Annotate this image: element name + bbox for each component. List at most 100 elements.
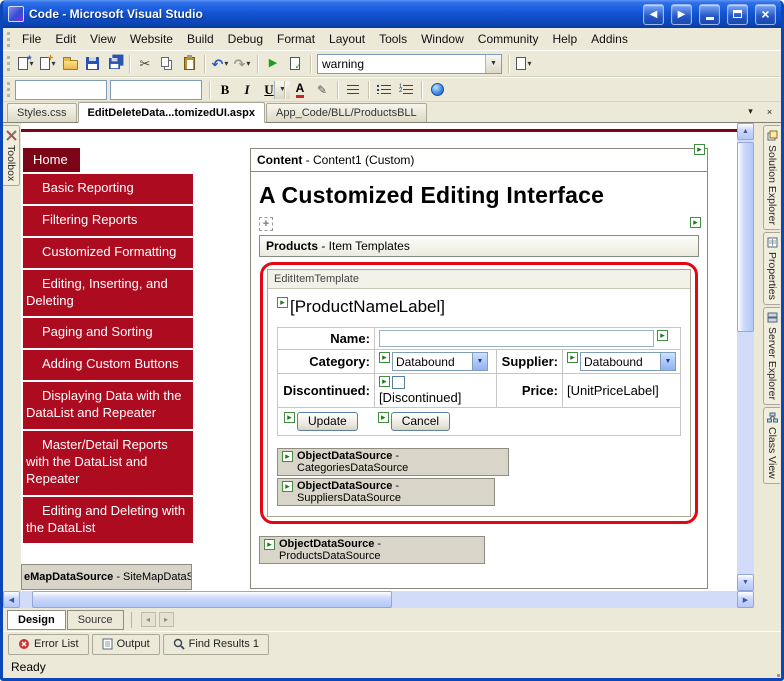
product-name-label-control[interactable]: ▸ [ProductNameLabel]	[277, 297, 681, 317]
menu-community[interactable]: Community	[471, 29, 546, 49]
design-view-tab[interactable]: Design	[7, 610, 66, 630]
toolbar-grip[interactable]	[7, 56, 11, 71]
redo-button[interactable]: ↷▾	[231, 53, 253, 75]
toolbar-grip[interactable]	[7, 82, 11, 97]
label-smart-tag-icon[interactable]: ▸	[277, 297, 288, 308]
combo-arrow-icon[interactable]: ▼	[485, 55, 501, 73]
menu-debug[interactable]: Debug	[221, 29, 270, 49]
paste-button[interactable]	[178, 53, 200, 75]
block-format-combobox[interactable]: ▼	[15, 80, 107, 100]
tab-editdeletedatalist-aspx[interactable]: EditDeleteData...tomizedUI.aspx	[78, 102, 266, 123]
class-view-tab[interactable]: Class View	[763, 407, 780, 484]
button-smart-tag-icon[interactable]: ▸	[284, 412, 295, 423]
error-list-tab[interactable]: Error List	[8, 634, 89, 655]
dropdown-smart-tag-icon[interactable]: ▸	[567, 352, 578, 363]
bold-button[interactable]: B	[214, 79, 236, 101]
content-smart-tag-icon[interactable]: ▸	[694, 144, 705, 155]
menu-tools[interactable]: Tools	[372, 29, 414, 49]
undo-button[interactable]: ↶▾	[209, 53, 231, 75]
horizontal-scrollbar[interactable]: ◀ ▶	[3, 591, 754, 608]
resize-grip[interactable]	[777, 674, 780, 677]
datasource-smart-tag-icon[interactable]: ▸	[264, 539, 275, 550]
nav-forward-button[interactable]: ▶	[671, 4, 692, 25]
find-input[interactable]	[318, 57, 485, 71]
dropdown-smart-tag-icon[interactable]: ▸	[379, 352, 390, 363]
solution-explorer-tab[interactable]: Solution Explorer	[763, 125, 780, 230]
numbered-list-button[interactable]	[395, 79, 417, 101]
sitemap-datasource-control[interactable]: eMapDataSource - SiteMapDataSource1	[21, 564, 192, 590]
menu-website[interactable]: Website	[123, 29, 180, 49]
bullet-list-button[interactable]	[373, 79, 395, 101]
menu-format[interactable]: Format	[270, 29, 322, 49]
categories-datasource-control[interactable]: ▸ ObjectDataSource - CategoriesDataSourc…	[277, 448, 509, 476]
underline-button[interactable]: U	[258, 79, 280, 101]
find-combobox[interactable]: ▼	[317, 54, 502, 74]
find-results-tab[interactable]: Find Results 1	[163, 634, 269, 655]
scroll-up-icon[interactable]: ▲	[737, 123, 754, 140]
font-color-button[interactable]: A	[289, 79, 311, 101]
category-dropdown[interactable]: Databound ▼	[392, 352, 488, 371]
tag-nav-back-icon[interactable]: ◂	[141, 612, 156, 627]
nav-item-filtering-reports[interactable]: Filtering Reports	[23, 206, 193, 236]
nav-back-button[interactable]: ◀	[643, 4, 664, 25]
output-tab[interactable]: Output	[92, 634, 160, 655]
save-all-button[interactable]	[103, 53, 125, 75]
active-files-dropdown-button[interactable]: ▾	[743, 104, 758, 119]
check-page-button[interactable]	[284, 53, 306, 75]
supplier-dropdown[interactable]: Databound ▼	[580, 352, 676, 371]
properties-tab[interactable]: Properties	[763, 232, 780, 305]
suppliers-datasource-control[interactable]: ▸ ObjectDataSource - SuppliersDataSource	[277, 478, 495, 506]
nav-home[interactable]: Home	[23, 148, 80, 172]
vertical-scroll-thumb[interactable]	[737, 142, 754, 332]
menu-addins[interactable]: Addins	[584, 29, 635, 49]
menu-window[interactable]: Window	[414, 29, 471, 49]
nav-item-master-detail-datalist-repeater[interactable]: Master/Detail Reports with the DataList …	[23, 431, 193, 495]
move-handle-icon[interactable]: +	[259, 217, 273, 231]
nav-item-editing-inserting-deleting[interactable]: Editing, Inserting, and Deleting	[23, 270, 193, 317]
save-button[interactable]	[81, 53, 103, 75]
checkbox-smart-tag-icon[interactable]: ▸	[379, 376, 390, 387]
toolbox-tab[interactable]: Toolbox	[3, 125, 20, 186]
source-view-tab[interactable]: Source	[67, 610, 124, 630]
server-explorer-tab[interactable]: Server Explorer	[763, 307, 780, 405]
button-smart-tag-icon[interactable]: ▸	[378, 412, 389, 423]
menu-edit[interactable]: Edit	[48, 29, 83, 49]
minimize-button[interactable]	[699, 4, 720, 25]
nav-item-paging-sorting[interactable]: Paging and Sorting	[23, 318, 193, 348]
edit-item-template-editor[interactable]: EditItemTemplate ▸ [ProductNameLabel]	[267, 269, 691, 517]
name-textbox[interactable]	[379, 330, 654, 347]
design-surface[interactable]: Home Basic Reporting Filtering Reports C…	[21, 123, 737, 591]
tab-styles-css[interactable]: Styles.css	[7, 103, 77, 122]
add-item-button[interactable]: ▾	[37, 53, 59, 75]
nav-item-customized-formatting[interactable]: Customized Formatting	[23, 238, 193, 268]
start-debug-button[interactable]: ▶	[262, 53, 284, 75]
datasource-smart-tag-icon[interactable]: ▸	[282, 481, 293, 492]
tab-productsbll[interactable]: App_Code/BLL/ProductsBLL	[266, 103, 427, 122]
scroll-right-icon[interactable]: ▶	[737, 591, 754, 608]
datalist-designer-header[interactable]: Products - Item Templates	[259, 235, 699, 257]
menu-view[interactable]: View	[83, 29, 123, 49]
datalist-smart-tag-icon[interactable]: ▸	[690, 217, 701, 228]
menubar-grip[interactable]	[7, 32, 11, 47]
cancel-button[interactable]: Cancel	[391, 412, 450, 431]
menu-layout[interactable]: Layout	[322, 29, 372, 49]
scroll-down-icon[interactable]: ▼	[737, 574, 754, 591]
update-button[interactable]: Update	[297, 412, 358, 431]
horizontal-scroll-thumb[interactable]	[32, 591, 392, 608]
cut-button[interactable]: ✂	[134, 53, 156, 75]
align-button[interactable]	[342, 79, 364, 101]
dropdown-arrow-icon[interactable]: ▼	[660, 353, 675, 370]
products-datasource-control[interactable]: ▸ ObjectDataSource - ProductsDataSource	[259, 536, 485, 564]
find-in-files-button[interactable]: ▾	[513, 53, 535, 75]
textbox-smart-tag-icon[interactable]: ▸	[657, 330, 668, 341]
discontinued-checkbox[interactable]	[392, 376, 405, 389]
datasource-smart-tag-icon[interactable]: ▸	[282, 451, 293, 462]
close-document-button[interactable]: ×	[762, 104, 777, 119]
nav-item-adding-custom-buttons[interactable]: Adding Custom Buttons	[23, 350, 193, 380]
tag-nav-forward-icon[interactable]: ▸	[159, 612, 174, 627]
menu-help[interactable]: Help	[545, 29, 584, 49]
new-project-button[interactable]: ▾	[15, 53, 37, 75]
maximize-button[interactable]	[727, 4, 748, 25]
italic-button[interactable]: I	[236, 79, 258, 101]
menu-build[interactable]: Build	[180, 29, 221, 49]
